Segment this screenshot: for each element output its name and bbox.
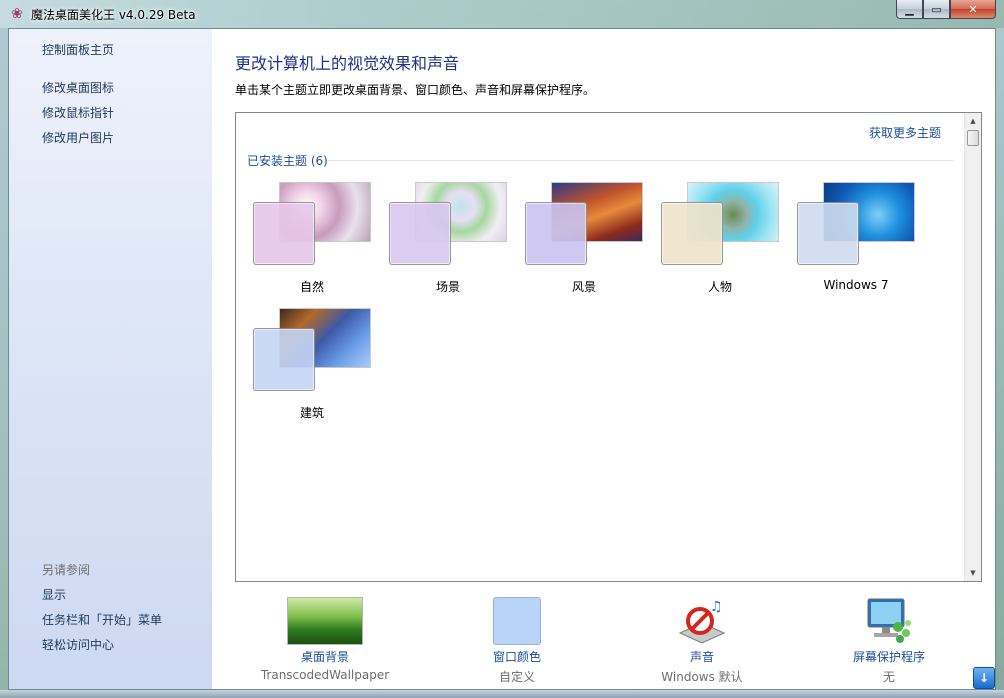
sidebar-link-user-picture[interactable]: 修改用户图片 <box>42 129 114 146</box>
theme-name: 人物 <box>707 280 732 294</box>
title-bar[interactable]: ❀ 魔法桌面美化王 v4.0.29 Beta ▁ ▭ ✕ <box>0 0 1004 28</box>
theme-windows-7[interactable]: Windows 7 <box>791 182 921 302</box>
scroll-thumb[interactable] <box>967 130 979 146</box>
minimize-button[interactable]: ▁ <box>896 0 923 19</box>
sidebar: 控制面板主页 修改桌面图标 修改鼠标指针 修改用户图片 另请参阅 显示 任务栏和… <box>9 29 212 689</box>
vertical-scrollbar[interactable]: ▲ ▼ <box>964 113 981 581</box>
theme-color-swatch <box>253 202 315 265</box>
screensaver-value: 无 <box>882 670 895 684</box>
sidebar-home-link[interactable]: 控制面板主页 <box>42 41 114 58</box>
theme-color-swatch <box>525 202 587 265</box>
sound-item[interactable]: ♫ 声音 Windows 默认 <box>622 595 782 689</box>
sound-icon: ♫ <box>676 597 728 645</box>
theme-name: 场景 <box>435 280 460 294</box>
page-description: 单击某个主题立即更改桌面背景、窗口颜色、声音和屏幕保护程序。 <box>235 83 596 97</box>
close-button[interactable]: ✕ <box>950 0 996 19</box>
installed-themes-label: 已安装主题 (6) <box>247 154 328 168</box>
get-more-themes-link[interactable]: 获取更多主题 <box>869 124 941 141</box>
lotus-icon: ❀ <box>11 6 23 22</box>
screensaver-icon <box>864 597 914 645</box>
sidebar-link-desktop-icons[interactable]: 修改桌面图标 <box>42 79 114 96</box>
theme-architecture[interactable]: 建筑 <box>247 308 377 428</box>
sidebar-link-mouse-pointer[interactable]: 修改鼠标指针 <box>42 104 114 121</box>
theme-landscapes[interactable]: 风景 <box>519 182 649 302</box>
window-color-swatch <box>493 597 541 645</box>
see-also-title: 另请参阅 <box>42 563 91 577</box>
minimize-icon: ▁ <box>905 2 914 16</box>
theme-color-swatch <box>389 202 451 265</box>
screensaver-item[interactable]: 屏幕保护程序 无 <box>809 595 969 689</box>
theme-name: Windows 7 <box>823 278 889 292</box>
see-also-taskbar[interactable]: 任务栏和「开始」菜单 <box>42 611 162 628</box>
theme-scenes[interactable]: 场景 <box>383 182 513 302</box>
scroll-down-icon[interactable]: ▼ <box>965 565 981 581</box>
caption-buttons: ▁ ▭ ✕ <box>896 0 996 19</box>
wallpaper-icon <box>287 597 363 645</box>
window-color-item[interactable]: 窗口颜色 自定义 <box>437 595 597 689</box>
scroll-up-icon[interactable]: ▲ <box>965 113 981 129</box>
sound-label: 声音 <box>689 650 714 664</box>
desktop-background-value: TranscodedWallpaper <box>260 668 390 682</box>
theme-list[interactable]: 获取更多主题 已安装主题 (6) 自然 场景 风景 人物 Windows 7 建… <box>235 112 982 582</box>
page-title: 更改计算机上的视觉效果和声音 <box>235 54 460 73</box>
app-window: ❀ 魔法桌面美化王 v4.0.29 Beta ▁ ▭ ✕ 控制面板主页 修改桌面… <box>0 0 1004 698</box>
theme-color-swatch <box>253 328 315 391</box>
arrow-down-icon[interactable]: ↓ <box>973 667 995 689</box>
theme-name: 建筑 <box>299 406 324 420</box>
see-also-ease-of-access[interactable]: 轻松访问中心 <box>42 636 114 653</box>
see-also-display[interactable]: 显示 <box>42 586 66 603</box>
theme-color-swatch <box>797 202 859 265</box>
svg-text:♫: ♫ <box>710 599 723 615</box>
theme-name: 风景 <box>571 280 596 294</box>
theme-name: 自然 <box>299 280 324 294</box>
theme-characters[interactable]: 人物 <box>655 182 785 302</box>
section-divider <box>328 160 954 161</box>
close-icon: ✕ <box>968 2 978 16</box>
desktop-background-label: 桌面背景 <box>300 650 349 664</box>
window-color-label: 窗口颜色 <box>492 650 541 664</box>
theme-nature[interactable]: 自然 <box>247 182 377 302</box>
theme-color-swatch <box>661 202 723 265</box>
window-color-value: 自定义 <box>498 670 535 684</box>
maximize-icon: ▭ <box>931 2 942 16</box>
window-title: 魔法桌面美化王 v4.0.29 Beta <box>31 7 196 22</box>
desktop-background-item[interactable]: 桌面背景 TranscodedWallpaper <box>245 595 405 689</box>
taskbar-edge <box>0 690 1004 698</box>
sound-value: Windows 默认 <box>661 670 743 684</box>
screensaver-label: 屏幕保护程序 <box>852 650 925 664</box>
client-area: 控制面板主页 修改桌面图标 修改鼠标指针 修改用户图片 另请参阅 显示 任务栏和… <box>8 28 996 690</box>
main-panel: 更改计算机上的视觉效果和声音 单击某个主题立即更改桌面背景、窗口颜色、声音和屏幕… <box>212 29 995 689</box>
maximize-button[interactable]: ▭ <box>923 0 950 19</box>
